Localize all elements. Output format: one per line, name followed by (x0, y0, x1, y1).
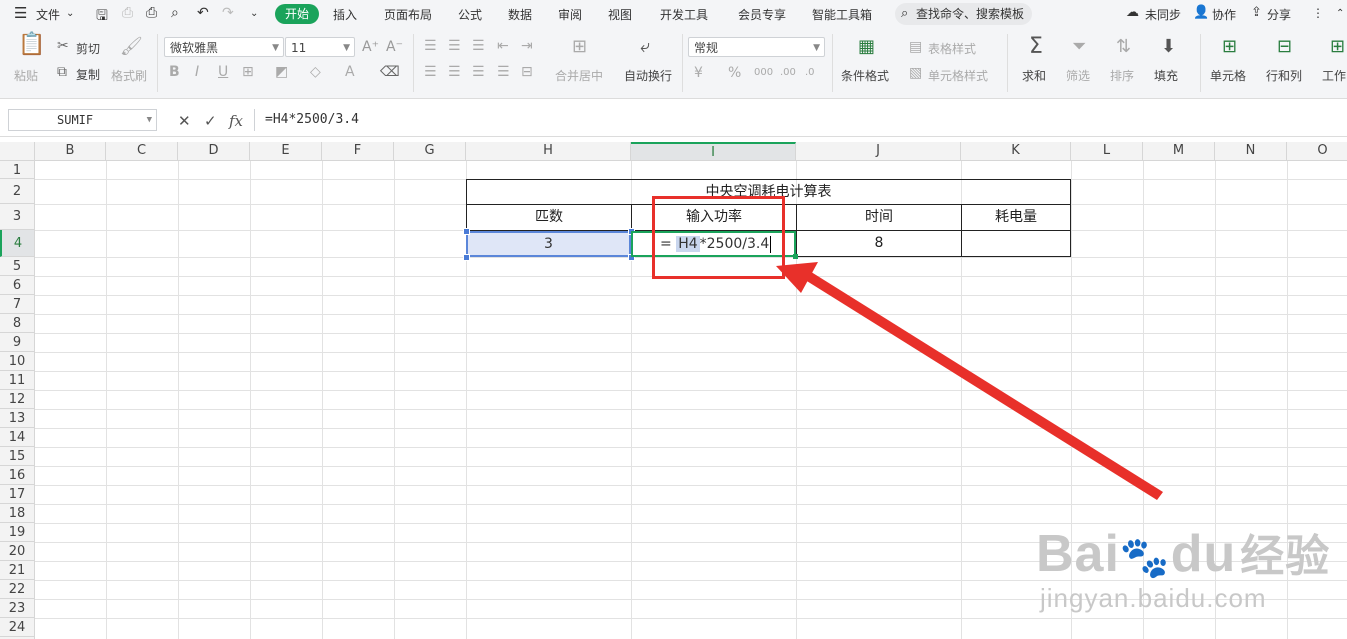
watermark-cn: 经验 (1240, 532, 1331, 581)
watermark-url: jingyan.baidu.com (1040, 583, 1267, 613)
watermark-brand: Bai🐾du经验 (1036, 520, 1330, 584)
watermark-brand-text2: du (1170, 525, 1237, 583)
watermark-brand-text: Bai (1036, 525, 1120, 583)
annotation-arrow-shaft (802, 270, 1163, 500)
paw-icon: 🐾 (1119, 536, 1171, 580)
